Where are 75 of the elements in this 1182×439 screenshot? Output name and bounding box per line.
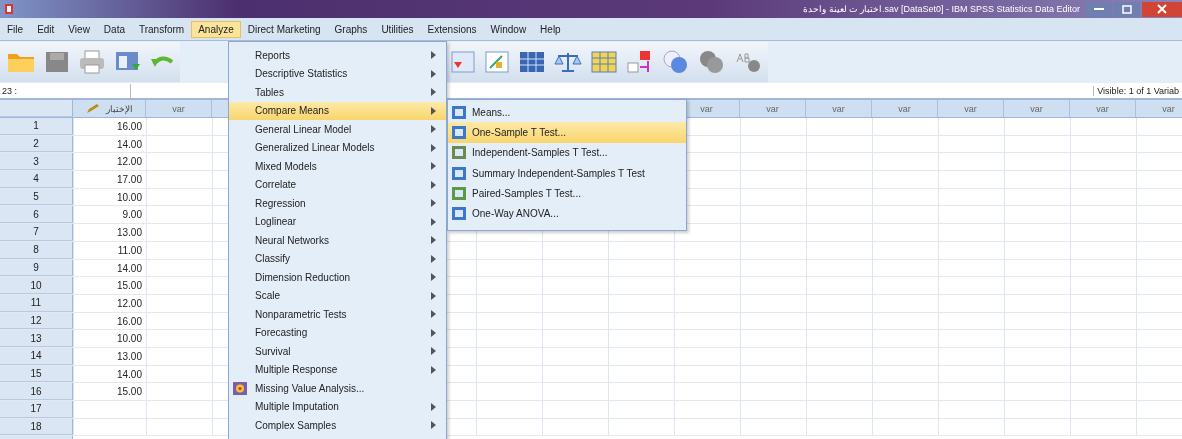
menu-item[interactable]: One-Sample T Test... bbox=[448, 122, 686, 143]
row-number[interactable]: 4 bbox=[0, 171, 73, 188]
menu-item[interactable]: Neural Networks bbox=[229, 231, 446, 250]
menu-item[interactable]: Data bbox=[96, 20, 132, 38]
menu-item[interactable]: Dimension Reduction bbox=[229, 268, 446, 287]
menu-item[interactable]: Nonparametric Tests bbox=[229, 305, 446, 324]
window-title: اختبار ت لعينة واحدة.sav [DataSet0] - IBM SPSS Statistics Data Editor bbox=[803, 4, 1080, 14]
column-header[interactable]: الإختبار bbox=[73, 100, 146, 117]
row-number[interactable]: 10 bbox=[0, 277, 73, 294]
menu-item[interactable]: Reports bbox=[229, 46, 446, 65]
menu-item[interactable]: Paired-Samples T Test... bbox=[448, 183, 686, 204]
row-number[interactable]: 13 bbox=[0, 330, 73, 347]
menu-item[interactable]: Mixed Models bbox=[229, 157, 446, 176]
menu-item[interactable]: Utilities bbox=[374, 20, 421, 38]
menu-item[interactable]: Extensions bbox=[420, 20, 484, 38]
menu-item[interactable]: Analyze bbox=[191, 20, 241, 38]
menu-item[interactable]: Multiple Response bbox=[229, 360, 446, 379]
menu-item[interactable]: Independent-Samples T Test... bbox=[448, 142, 686, 163]
menu-item[interactable]: Survival bbox=[229, 342, 446, 361]
menu-item[interactable]: Compare Means bbox=[229, 101, 446, 120]
row-number[interactable]: 1 bbox=[0, 118, 73, 135]
menu-item[interactable]: Complex Samples bbox=[229, 416, 446, 435]
table-cell: 14.00 bbox=[73, 135, 146, 153]
menu-item[interactable]: Generalized Linear Models bbox=[229, 138, 446, 157]
table-cell: 17.00 bbox=[73, 171, 146, 188]
visible-count: Visible: 1 of 1 Variab bbox=[1093, 85, 1182, 96]
column-header[interactable]: var bbox=[872, 100, 938, 117]
row-number[interactable]: 3 bbox=[0, 153, 73, 171]
table-cell: 12.00 bbox=[73, 294, 146, 312]
column-header[interactable]: var bbox=[1070, 100, 1136, 117]
table-cell: 16.00 bbox=[73, 118, 146, 135]
menu-item[interactable]: Tables bbox=[229, 83, 446, 102]
menu-item[interactable]: Window bbox=[483, 20, 534, 38]
menu-item[interactable]: File bbox=[0, 20, 31, 38]
menu-item[interactable]: Help bbox=[533, 20, 568, 38]
menu-item[interactable]: Classify bbox=[229, 249, 446, 268]
menu-item[interactable]: Descriptive Statistics bbox=[229, 64, 446, 83]
menu-item[interactable]: Scale bbox=[229, 286, 446, 305]
menu-item[interactable]: Summary Independent-Samples T Test bbox=[448, 162, 686, 184]
cell-reference: 23 : bbox=[1, 85, 18, 96]
column-header[interactable]: var bbox=[146, 100, 212, 117]
column-header[interactable]: var bbox=[938, 100, 1004, 117]
table-cell: 11.00 bbox=[73, 241, 146, 259]
column-header[interactable]: var bbox=[1136, 100, 1182, 117]
table-cell: 10.00 bbox=[73, 330, 146, 347]
column-header[interactable]: var bbox=[806, 100, 872, 117]
table-cell: 15.00 bbox=[73, 277, 146, 294]
table-cell: 16.00 bbox=[73, 312, 146, 330]
menu-item[interactable]: Loglinear bbox=[229, 212, 446, 231]
menu-item[interactable]: Direct Marketing bbox=[240, 20, 328, 38]
table-cell: 13.00 bbox=[73, 224, 146, 241]
menu-item[interactable]: Edit bbox=[30, 20, 62, 38]
table-cell: 13.00 bbox=[73, 347, 146, 365]
row-number[interactable]: 7 bbox=[0, 224, 73, 241]
row-number[interactable]: 17 bbox=[0, 401, 73, 418]
menu-item[interactable]: Forecasting bbox=[229, 323, 446, 342]
table-cell: 15.00 bbox=[73, 383, 146, 400]
menu-item[interactable]: Regression bbox=[229, 194, 446, 213]
menu-item[interactable]: Transform bbox=[132, 20, 192, 38]
menu-item[interactable]: Correlate bbox=[229, 175, 446, 194]
column-header[interactable]: var bbox=[1004, 100, 1070, 117]
table-cell: 12.00 bbox=[73, 153, 146, 171]
menu-item[interactable]: View bbox=[61, 20, 97, 38]
table-cell: 9.00 bbox=[73, 206, 146, 224]
table-cell: 10.00 bbox=[73, 188, 146, 206]
menu-item[interactable]: Multiple Imputation bbox=[229, 397, 446, 416]
menu-item[interactable]: Graphs bbox=[327, 20, 375, 38]
menu-item[interactable]: One-Way ANOVA... bbox=[448, 203, 686, 224]
row-number[interactable]: 16 bbox=[0, 383, 73, 400]
row-number[interactable]: 6 bbox=[0, 206, 73, 224]
table-cell: 14.00 bbox=[73, 259, 146, 277]
table-cell: 14.00 bbox=[73, 365, 146, 383]
column-header[interactable]: var bbox=[740, 100, 806, 117]
menu-item[interactable]: General Linear Model bbox=[229, 120, 446, 139]
menu-item[interactable]: Missing Value Analysis... bbox=[229, 379, 446, 398]
